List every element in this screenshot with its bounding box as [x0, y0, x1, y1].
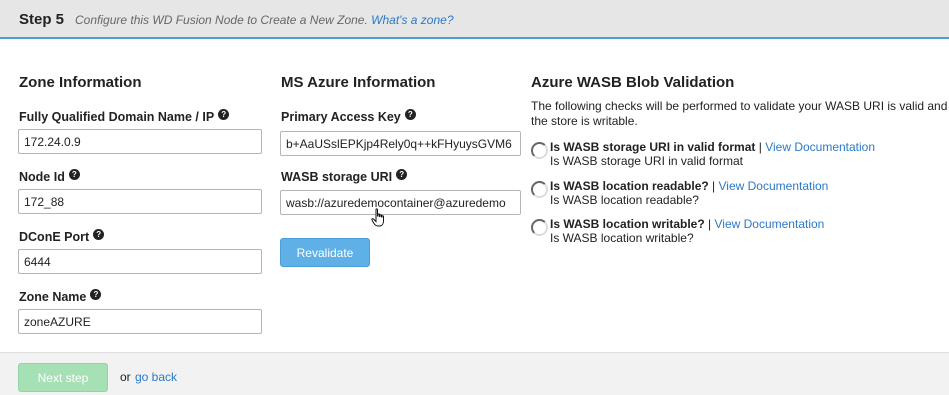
node-id-input[interactable] [18, 189, 262, 214]
spinner-icon [531, 219, 548, 236]
step-description-text: Configure this WD Fusion Node to Create … [75, 13, 368, 27]
check-title: Is WASB storage URI in valid format | Vi… [550, 140, 875, 154]
wasb-validation-title: Azure WASB Blob Validation [531, 74, 735, 91]
ms-azure-information-title: MS Azure Information [281, 74, 436, 91]
view-documentation-link[interactable]: View Documentation [719, 179, 829, 193]
primary-access-key-label: Primary Access Key? [281, 109, 416, 124]
or-text: or [120, 370, 131, 384]
dcone-port-input[interactable] [18, 249, 262, 274]
next-step-button[interactable]: Next step [18, 363, 108, 392]
wasb-storage-uri-label-text: WASB storage URI [281, 170, 393, 184]
zone-name-label: Zone Name? [19, 289, 102, 304]
fqdn-label-text: Fully Qualified Domain Name / IP [19, 110, 215, 124]
fqdn-input[interactable] [18, 129, 262, 154]
node-id-label: Node Id? [19, 169, 80, 184]
check-separator: | [758, 140, 762, 154]
spinner-icon [531, 181, 548, 198]
check-separator: | [708, 217, 712, 231]
view-documentation-link[interactable]: View Documentation [715, 217, 825, 231]
revalidate-button[interactable]: Revalidate [280, 238, 370, 267]
go-back-link[interactable]: go back [135, 370, 177, 384]
zone-name-label-text: Zone Name [19, 290, 87, 304]
check-title-text: Is WASB storage URI in valid format [550, 140, 756, 154]
check-title-text: Is WASB location writable? [550, 217, 705, 231]
step-description: Configure this WD Fusion Node to Create … [75, 13, 454, 27]
spinner-icon [531, 142, 548, 159]
help-icon[interactable]: ? [93, 229, 105, 240]
help-icon[interactable]: ? [396, 169, 408, 180]
whats-a-zone-link[interactable]: What's a zone? [371, 13, 453, 27]
wasb-storage-uri-label: WASB storage URI? [281, 169, 408, 184]
zone-name-input[interactable] [18, 309, 262, 334]
fqdn-label: Fully Qualified Domain Name / IP? [19, 109, 230, 124]
hand-cursor-icon [371, 208, 384, 227]
step-header: Step 5 Configure this WD Fusion Node to … [0, 0, 949, 39]
validation-intro: The following checks will be performed t… [531, 99, 948, 128]
dcone-port-label-text: DConE Port [19, 230, 90, 244]
check-title: Is WASB location readable? | View Docume… [550, 179, 828, 193]
help-icon[interactable]: ? [90, 289, 102, 300]
step-label: Step 5 [19, 11, 65, 28]
primary-access-key-label-text: Primary Access Key [281, 110, 401, 124]
check-title-text: Is WASB location readable? [550, 179, 709, 193]
dcone-port-label: DConE Port? [19, 229, 105, 244]
zone-information-title: Zone Information [19, 74, 142, 91]
primary-access-key-input[interactable] [280, 131, 521, 156]
view-documentation-link[interactable]: View Documentation [765, 140, 875, 154]
help-icon[interactable]: ? [404, 109, 416, 120]
node-id-label-text: Node Id [19, 170, 65, 184]
help-icon[interactable]: ? [218, 109, 230, 120]
help-icon[interactable]: ? [68, 169, 80, 180]
check-title: Is WASB location writable? | View Docume… [550, 217, 824, 231]
check-status-text: Is WASB storage URI in valid format [550, 154, 743, 168]
check-separator: | [712, 179, 716, 193]
wasb-storage-uri-input[interactable] [280, 190, 521, 215]
check-status-text: Is WASB location writable? [550, 231, 694, 245]
check-status-text: Is WASB location readable? [550, 193, 699, 207]
footer-bar: Next step or go back [0, 352, 949, 395]
